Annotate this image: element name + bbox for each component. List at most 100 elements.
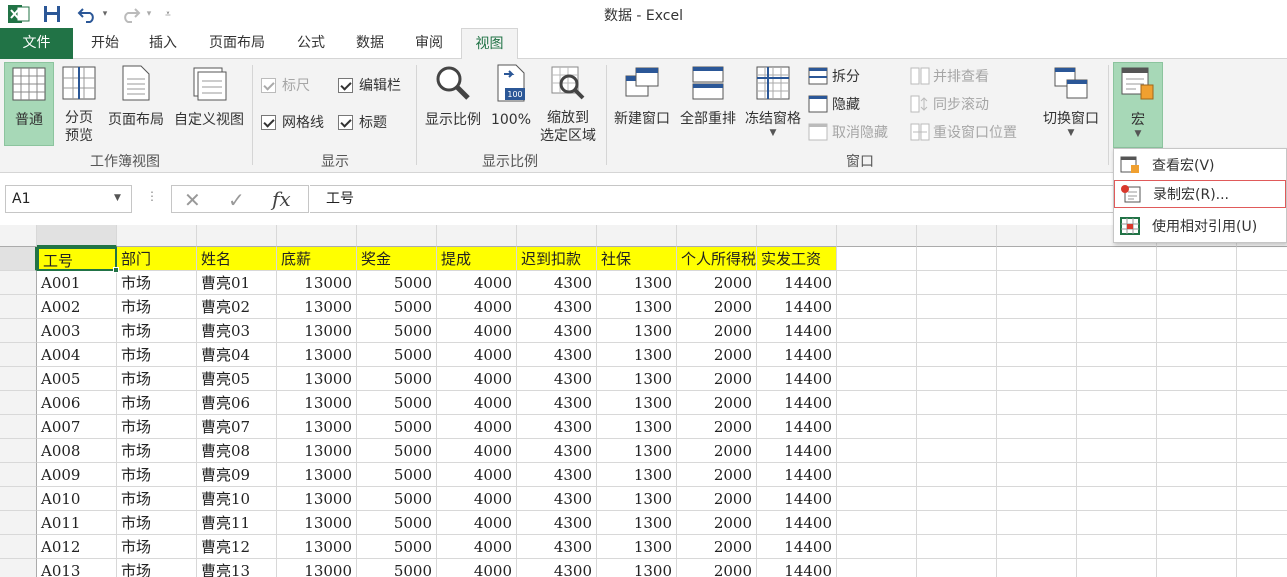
table-cell[interactable]: 5000 xyxy=(357,535,437,559)
table-cell[interactable] xyxy=(917,439,997,463)
table-cell[interactable] xyxy=(837,415,917,439)
table-cell[interactable] xyxy=(917,295,997,319)
table-cell[interactable]: 1300 xyxy=(597,487,677,511)
table-cell[interactable]: 1300 xyxy=(597,367,677,391)
table-cell[interactable]: 14400 xyxy=(757,295,837,319)
header-cell[interactable] xyxy=(1077,247,1157,271)
table-cell[interactable] xyxy=(837,319,917,343)
table-cell[interactable]: 14400 xyxy=(757,319,837,343)
column-header-g[interactable] xyxy=(517,225,597,247)
table-cell[interactable] xyxy=(917,415,997,439)
table-cell[interactable]: 市场 xyxy=(117,415,197,439)
table-cell[interactable]: 1300 xyxy=(597,391,677,415)
table-cell[interactable]: 市场 xyxy=(117,463,197,487)
table-cell[interactable] xyxy=(1237,463,1287,487)
table-cell[interactable]: 4300 xyxy=(517,319,597,343)
table-cell[interactable] xyxy=(997,439,1077,463)
zoom-to-selection-button[interactable]: 缩放到 选定区域 xyxy=(535,62,601,146)
table-cell[interactable]: 4300 xyxy=(517,535,597,559)
table-cell[interactable]: 4000 xyxy=(437,415,517,439)
table-cell[interactable]: 5000 xyxy=(357,415,437,439)
table-cell[interactable] xyxy=(1157,559,1237,577)
table-cell[interactable] xyxy=(1237,319,1287,343)
table-cell[interactable] xyxy=(1077,487,1157,511)
table-cell[interactable] xyxy=(837,271,917,295)
table-cell[interactable]: 13000 xyxy=(277,439,357,463)
column-header-d[interactable] xyxy=(277,225,357,247)
headings-checkbox[interactable]: 标题 xyxy=(338,111,387,133)
table-cell[interactable] xyxy=(1157,319,1237,343)
table-cell[interactable]: 曹亮02 xyxy=(197,295,277,319)
table-cell[interactable]: A005 xyxy=(37,367,117,391)
table-cell[interactable]: 1300 xyxy=(597,559,677,577)
table-cell[interactable] xyxy=(1237,295,1287,319)
table-cell[interactable]: 曹亮13 xyxy=(197,559,277,577)
table-cell[interactable]: 市场 xyxy=(117,319,197,343)
table-cell[interactable]: 14400 xyxy=(757,463,837,487)
table-cell[interactable]: A012 xyxy=(37,535,117,559)
table-cell[interactable] xyxy=(917,391,997,415)
tab-file[interactable]: 文件 xyxy=(0,28,73,59)
table-cell[interactable]: 1300 xyxy=(597,415,677,439)
table-cell[interactable]: 4300 xyxy=(517,343,597,367)
table-cell[interactable] xyxy=(1077,559,1157,577)
table-cell[interactable]: 市场 xyxy=(117,367,197,391)
custom-views-button[interactable]: 自定义视图 xyxy=(170,62,248,146)
table-cell[interactable]: 14400 xyxy=(757,559,837,577)
table-cell[interactable] xyxy=(997,559,1077,577)
table-cell[interactable]: 4300 xyxy=(517,463,597,487)
header-cell[interactable]: 实发工资 xyxy=(757,247,837,271)
table-cell[interactable] xyxy=(1237,391,1287,415)
table-cell[interactable]: 曹亮06 xyxy=(197,391,277,415)
table-cell[interactable] xyxy=(1237,439,1287,463)
table-cell[interactable]: 4000 xyxy=(437,463,517,487)
table-cell[interactable]: 曹亮08 xyxy=(197,439,277,463)
table-cell[interactable]: 4300 xyxy=(517,415,597,439)
split-button[interactable]: 拆分 xyxy=(808,65,860,87)
table-cell[interactable] xyxy=(1157,391,1237,415)
table-cell[interactable]: A011 xyxy=(37,511,117,535)
table-cell[interactable] xyxy=(917,367,997,391)
table-cell[interactable]: 13000 xyxy=(277,367,357,391)
table-cell[interactable]: 13000 xyxy=(277,511,357,535)
table-cell[interactable]: 5000 xyxy=(357,343,437,367)
column-header-l[interactable] xyxy=(917,225,997,247)
table-cell[interactable] xyxy=(1077,511,1157,535)
table-cell[interactable]: 5000 xyxy=(357,319,437,343)
table-cell[interactable]: A007 xyxy=(37,415,117,439)
table-cell[interactable] xyxy=(997,295,1077,319)
table-cell[interactable] xyxy=(1077,391,1157,415)
table-cell[interactable]: 5000 xyxy=(357,439,437,463)
header-cell[interactable]: 社保 xyxy=(597,247,677,271)
header-cell[interactable]: 部门 xyxy=(117,247,197,271)
table-cell[interactable]: A006 xyxy=(37,391,117,415)
select-all-corner[interactable] xyxy=(0,225,37,247)
table-cell[interactable]: 4000 xyxy=(437,391,517,415)
table-cell[interactable] xyxy=(997,367,1077,391)
table-cell[interactable] xyxy=(997,463,1077,487)
row-header-10[interactable] xyxy=(0,463,37,487)
table-cell[interactable]: 4000 xyxy=(437,511,517,535)
table-cell[interactable]: 市场 xyxy=(117,343,197,367)
table-cell[interactable] xyxy=(1077,415,1157,439)
formula-bar-checkbox[interactable]: 编辑栏 xyxy=(338,74,401,96)
table-cell[interactable]: 2000 xyxy=(677,439,757,463)
column-header-m[interactable] xyxy=(997,225,1077,247)
row-header-8[interactable] xyxy=(0,415,37,439)
table-cell[interactable] xyxy=(837,463,917,487)
table-cell[interactable]: 市场 xyxy=(117,391,197,415)
table-cell[interactable] xyxy=(837,487,917,511)
table-cell[interactable] xyxy=(1077,367,1157,391)
column-header-i[interactable] xyxy=(677,225,757,247)
reset-window-position-button[interactable]: 重设窗口位置 xyxy=(910,121,1017,143)
header-cell[interactable] xyxy=(997,247,1077,271)
table-cell[interactable]: 1300 xyxy=(597,271,677,295)
record-macro-menu-item[interactable]: 录制宏(R)... xyxy=(1114,180,1286,208)
table-cell[interactable]: 13000 xyxy=(277,487,357,511)
table-cell[interactable] xyxy=(837,343,917,367)
table-cell[interactable]: 5000 xyxy=(357,295,437,319)
zoom-button[interactable]: 显示比例 xyxy=(421,62,485,146)
table-cell[interactable]: 13000 xyxy=(277,295,357,319)
table-cell[interactable]: 2000 xyxy=(677,535,757,559)
table-cell[interactable]: A013 xyxy=(37,559,117,577)
